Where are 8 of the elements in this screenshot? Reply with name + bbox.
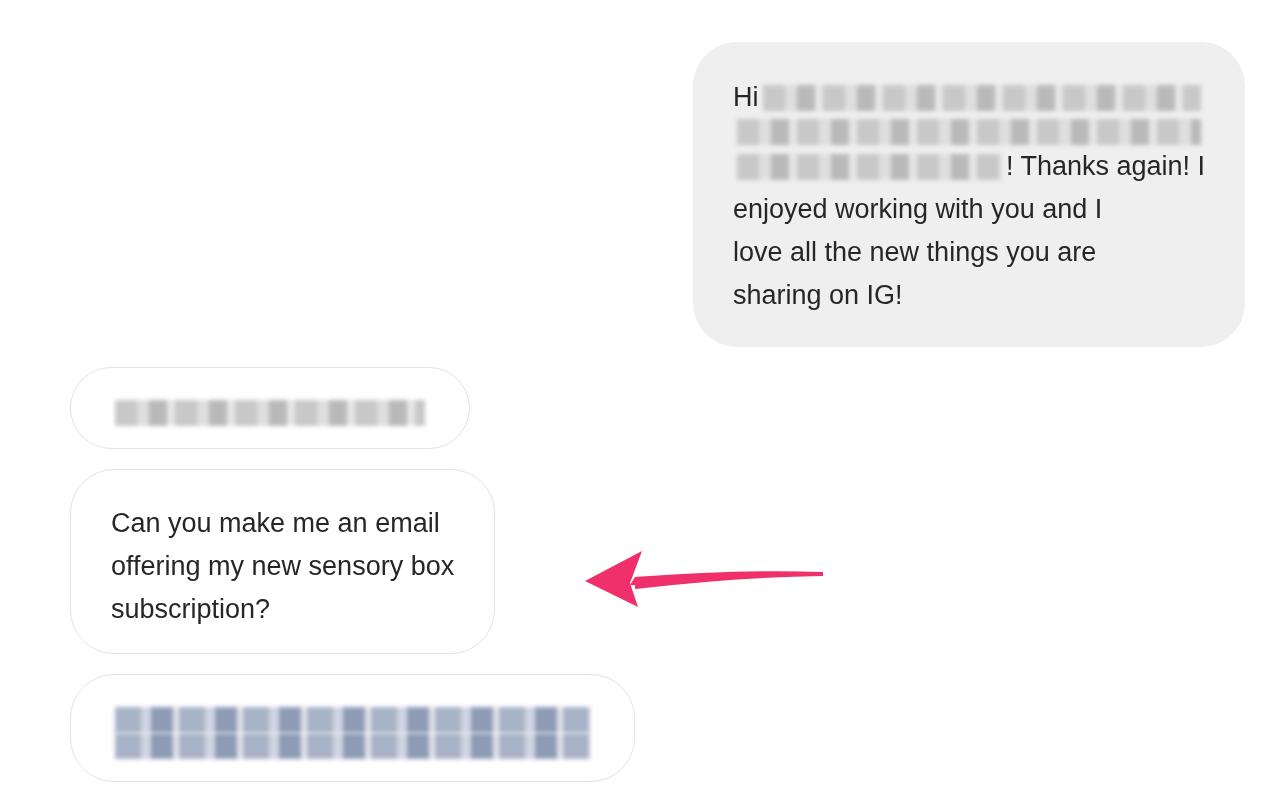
message-text: ! Thanks again! I bbox=[1005, 150, 1205, 183]
message-text: Can you make me an email bbox=[111, 507, 440, 540]
message-text: enjoyed working with you and I bbox=[733, 193, 1103, 226]
message-text: sharing on IG! bbox=[733, 279, 903, 312]
message-text: subscription? bbox=[111, 593, 271, 626]
message-text: offering my new sensory box bbox=[111, 550, 455, 583]
message-text: love all the new things you are bbox=[733, 236, 1097, 269]
message-text: Hi bbox=[733, 81, 759, 114]
